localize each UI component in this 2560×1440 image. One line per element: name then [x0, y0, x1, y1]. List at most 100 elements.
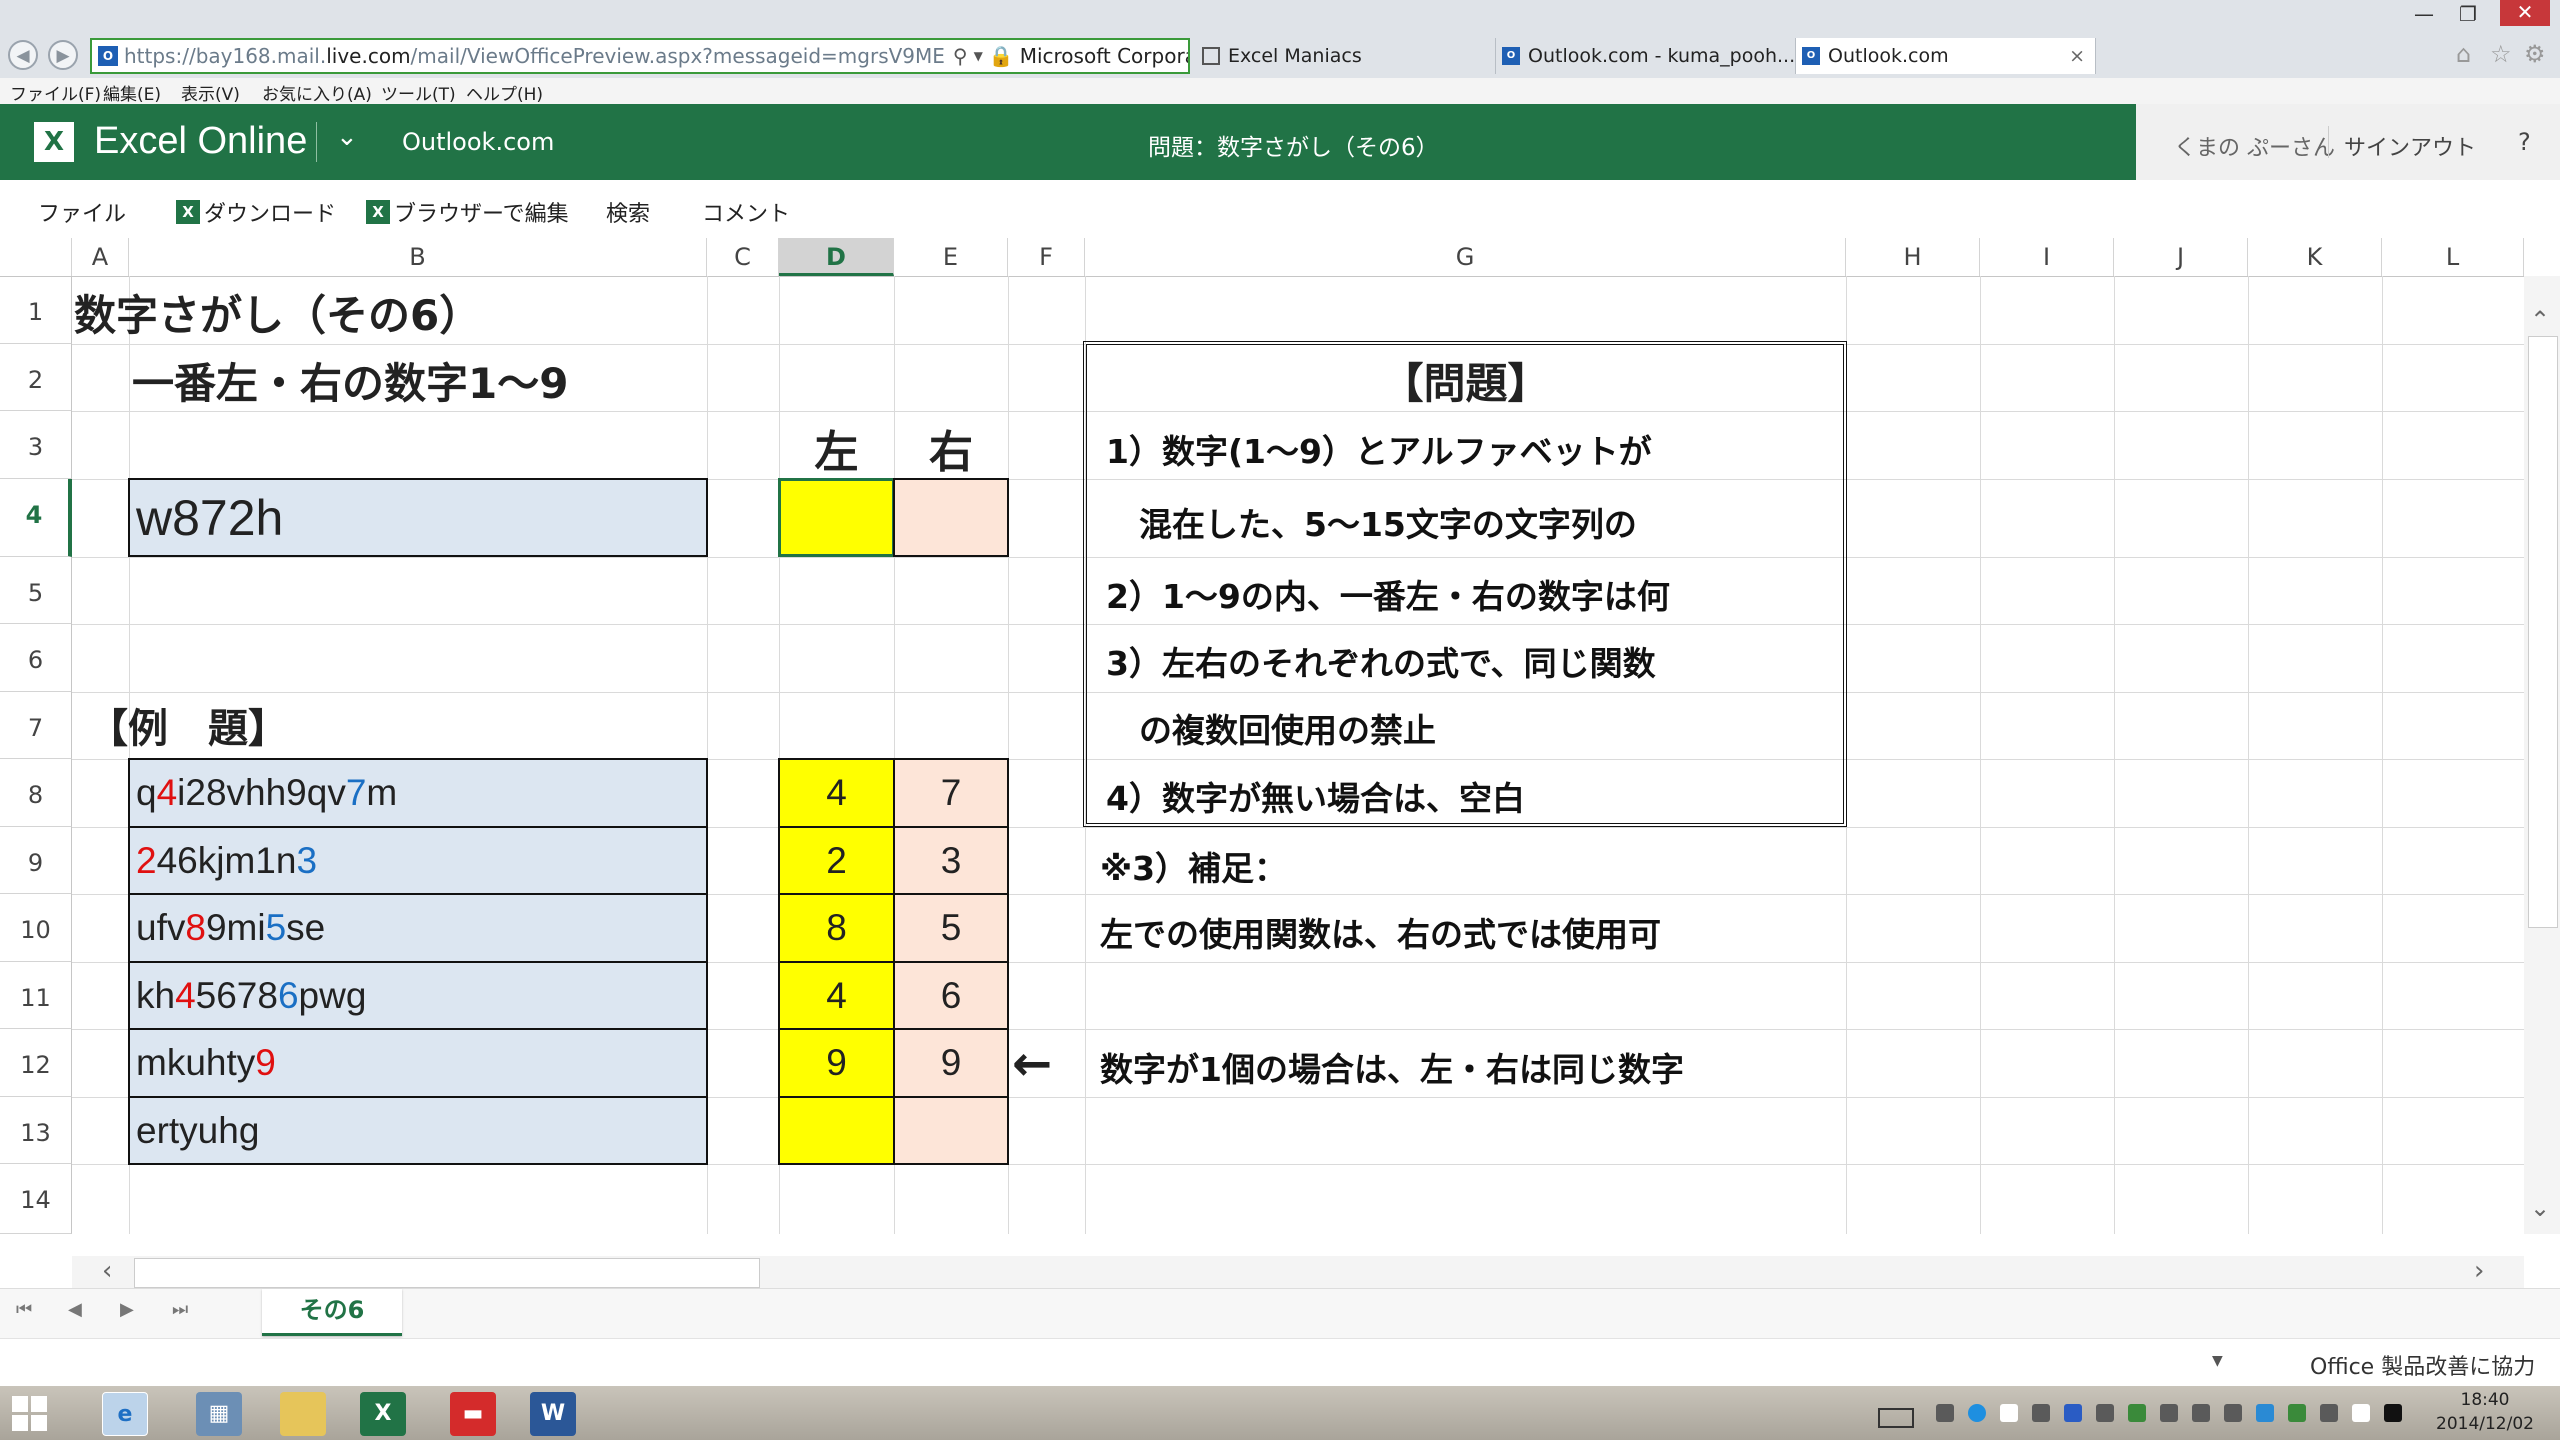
first-sheet-icon[interactable]: ⏮	[16, 1299, 32, 1320]
example-right-answer[interactable]: 9	[893, 1028, 1009, 1098]
clock-time[interactable]: 18:40	[2440, 1390, 2530, 1410]
ie-icon[interactable]: e	[102, 1392, 148, 1436]
example-label[interactable]: 【例 題】	[88, 696, 288, 754]
vertical-scroll-thumb[interactable]	[2528, 336, 2558, 928]
menu-file[interactable]: ファイル(F)	[10, 80, 101, 105]
close-window-icon[interactable]: ✕	[2500, 0, 2550, 26]
chevron-down-icon[interactable]: ⌄	[336, 122, 358, 152]
menu-favorites[interactable]: お気に入り(A)	[262, 80, 372, 105]
scroll-up-icon[interactable]: ⌃	[2530, 306, 2550, 334]
next-sheet-icon[interactable]: ▶	[120, 1299, 134, 1320]
scroll-right-icon[interactable]: ›	[2474, 1256, 2484, 1286]
browser-tab-outlook-kuma[interactable]: O Outlook.com - kuma_pooh...	[1496, 38, 1796, 74]
tray-icon[interactable]	[1968, 1404, 1986, 1422]
answer-left-cell[interactable]	[778, 478, 895, 557]
row-header-12[interactable]: 12	[0, 1029, 72, 1097]
row-header-3[interactable]: 3	[0, 411, 72, 479]
row-header-6[interactable]: 6	[0, 624, 72, 692]
comment-button[interactable]: コメント	[702, 196, 790, 228]
minimize-icon[interactable]: —	[2406, 2, 2442, 26]
row-header-5[interactable]: 5	[0, 557, 72, 624]
problem-title[interactable]: 【問題】	[1085, 350, 1846, 411]
answer-right-cell[interactable]	[893, 478, 1009, 557]
office-improvement-link[interactable]: Office 製品改善に協力	[2310, 1349, 2535, 1381]
clock-date[interactable]: 2014/12/02	[2426, 1414, 2544, 1434]
example-right-answer[interactable]: 3	[893, 826, 1009, 896]
scroll-left-icon[interactable]: ‹	[102, 1256, 112, 1286]
excel-taskbar-icon[interactable]: X	[360, 1392, 406, 1436]
tray-icon[interactable]	[2128, 1404, 2146, 1422]
problem-line-2[interactable]: 混在した、5～15文字の文字列の	[1106, 498, 1637, 546]
row-header-11[interactable]: 11	[0, 962, 72, 1029]
problem-line-4[interactable]: 3）左右のそれぞれの式で、同じ関数	[1106, 637, 1656, 685]
menu-help[interactable]: ヘルプ(H)	[466, 80, 543, 105]
settings-gear-icon[interactable]: ⚙	[2524, 40, 2546, 68]
note-title[interactable]: ※3）補足：	[1100, 842, 1287, 890]
word-icon[interactable]: W	[530, 1392, 576, 1436]
header-right[interactable]: 右	[894, 416, 1008, 480]
tray-icon[interactable]	[2320, 1404, 2338, 1422]
home-icon[interactable]: ⌂	[2456, 40, 2471, 68]
note-text[interactable]: 左での使用関数は、右の式では使用可	[1100, 908, 1661, 956]
col-header-d[interactable]: D	[779, 238, 894, 276]
signout-link[interactable]: サインアウト	[2344, 130, 2476, 162]
col-header-f[interactable]: F	[1008, 238, 1085, 276]
tray-icon[interactable]	[2352, 1404, 2370, 1422]
row-header-10[interactable]: 10	[0, 894, 72, 962]
example-left-answer[interactable]	[778, 1096, 895, 1165]
last-sheet-icon[interactable]: ⏭	[172, 1299, 188, 1320]
header-left[interactable]: 左	[779, 416, 894, 480]
download-button[interactable]: X ダウンロード	[176, 196, 336, 228]
example-string-cell[interactable]: kh 4 5678 6 pwg	[128, 961, 708, 1031]
col-header-g[interactable]: G	[1085, 238, 1846, 276]
cloud-icon[interactable]	[2000, 1404, 2018, 1422]
example-right-answer[interactable]: 6	[893, 961, 1009, 1031]
address-bar[interactable]: O https://bay168.mail. live.com/mail/View…	[90, 38, 1190, 74]
example-string-cell[interactable]: ertyuhg	[128, 1096, 708, 1165]
tray-icon[interactable]	[1936, 1404, 1954, 1422]
col-header-a[interactable]: A	[72, 238, 129, 276]
restore-icon[interactable]: ❐	[2450, 2, 2486, 26]
row-header-9[interactable]: 9	[0, 827, 72, 894]
example-left-answer[interactable]: 4	[778, 961, 895, 1031]
col-header-l[interactable]: L	[2382, 238, 2524, 276]
horizontal-scrollbar[interactable]: ‹ ›	[72, 1256, 2524, 1288]
col-header-h[interactable]: H	[1846, 238, 1980, 276]
col-header-k[interactable]: K	[2248, 238, 2382, 276]
input-string-cell[interactable]: w872h	[128, 478, 708, 557]
menu-view[interactable]: 表示(V)	[181, 80, 240, 105]
sheet-title[interactable]: 数字さがし（その6）	[74, 282, 481, 343]
row-header-8[interactable]: 8	[0, 759, 72, 827]
example-string-cell[interactable]: mkuhty 9	[128, 1028, 708, 1098]
problem-line-5[interactable]: の複数回使用の禁止	[1106, 704, 1436, 752]
search-icon[interactable]: ⚲	[953, 44, 968, 68]
browser-tab-excel-maniacs[interactable]: Excel Maniacs	[1196, 38, 1496, 74]
arrow-note[interactable]: 数字が1個の場合は、左・右は同じ数字	[1100, 1043, 1684, 1091]
example-left-answer[interactable]: 9	[778, 1028, 895, 1098]
problem-line-1[interactable]: 1）数字(1～9）とアルファベットが	[1106, 425, 1652, 473]
help-button[interactable]: ?	[2518, 128, 2531, 156]
select-all-corner[interactable]	[0, 238, 72, 276]
col-header-b[interactable]: B	[129, 238, 707, 276]
col-header-e[interactable]: E	[894, 238, 1008, 276]
folder-icon[interactable]	[280, 1392, 326, 1436]
red-app-icon[interactable]: ▬	[450, 1392, 496, 1436]
search-button[interactable]: 検索	[606, 196, 650, 228]
horizontal-scroll-thumb[interactable]	[134, 1258, 760, 1288]
row-header-7[interactable]: 7	[0, 692, 72, 759]
row-header-2[interactable]: 2	[0, 344, 72, 411]
row-header-13[interactable]: 13	[0, 1097, 72, 1164]
forward-button[interactable]: ▶	[48, 40, 78, 70]
example-right-answer[interactable]: 7	[893, 758, 1009, 828]
app-name[interactable]: Excel Online	[94, 120, 307, 163]
tray-icon[interactable]	[2256, 1404, 2274, 1422]
col-header-j[interactable]: J	[2114, 238, 2248, 276]
sheet-subtitle[interactable]: 一番左・右の数字1～9	[132, 350, 568, 411]
row-header-1[interactable]: 1	[0, 276, 72, 344]
row-header-4[interactable]: 4	[0, 479, 72, 557]
network-icon[interactable]	[2288, 1404, 2306, 1422]
sheet-tab-sono6[interactable]: その6	[262, 1289, 402, 1336]
col-header-i[interactable]: I	[1980, 238, 2114, 276]
explorer-window-icon[interactable]: ▦	[196, 1392, 242, 1436]
dropdown-icon[interactable]: ▼	[974, 49, 983, 63]
